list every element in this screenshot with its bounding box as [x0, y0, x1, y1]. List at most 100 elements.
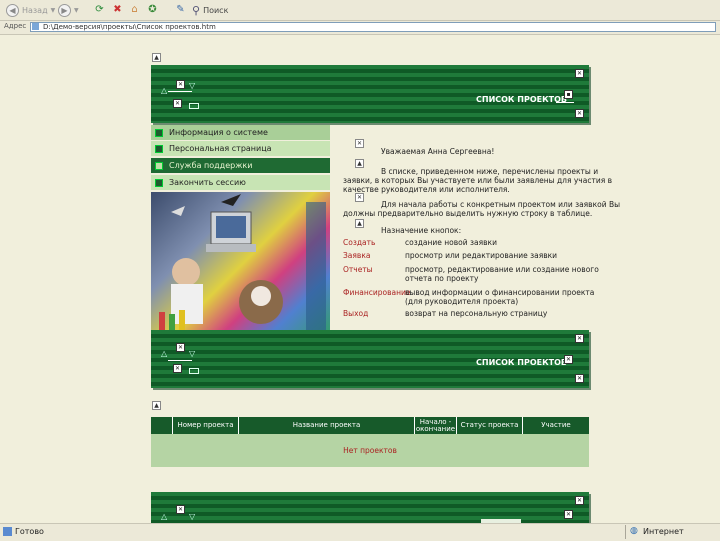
triangle-down-icon: ▽ [189, 512, 196, 521]
menu-item-support[interactable]: Служба поддержки [151, 158, 330, 173]
separator-line [625, 525, 626, 539]
envelope-icon [189, 368, 199, 374]
browser-toolbar: ◀ Назад ▼ ▶ ▼ ⟳ ✖ ⌂ ✪ ✎ ⚲ Поиск [0, 0, 720, 21]
envelope-icon [189, 103, 199, 109]
page-icon [3, 527, 12, 536]
image-placeholder-icon: ✕ [575, 69, 584, 78]
image-placeholder-icon: ✕ [575, 334, 584, 343]
table-header[interactable]: Участие [523, 417, 589, 434]
forward-arrow-icon: ▶ [58, 3, 71, 17]
command-desc: вывод информации о финансировании проект… [405, 288, 595, 297]
menu-item-label: Служба поддержки [169, 161, 253, 170]
edit-icon[interactable]: ✎ [174, 3, 187, 16]
science-collage-image [151, 192, 330, 340]
search-button[interactable]: ⚲ Поиск [192, 1, 228, 19]
command-desc: (для руководителя проекта) [405, 297, 519, 306]
anchor-marker-icon: ▲ [152, 53, 161, 62]
page-icon [32, 23, 39, 30]
header-banner-bottom: ✕ △ ▽ ✕ ✕ [151, 492, 589, 523]
anchor-marker-icon: ✕ [355, 193, 364, 202]
intro-text-line: заявки, в которых Вы участвуете или были… [343, 176, 613, 185]
image-placeholder-icon: ✕ [176, 505, 185, 514]
image-placeholder-icon: ✕ [176, 80, 185, 89]
menu-item-logout[interactable]: Закончить сессию [151, 175, 330, 190]
table-header-blank [151, 417, 173, 434]
address-label: Адрес [4, 22, 27, 30]
table-header[interactable]: Статус проекта [457, 417, 523, 434]
header-banner-middle: ✕ △ ▽ ✕ СПИСОК ПРОЕКТОВ ✕ ✕ ✕ [151, 330, 589, 388]
anchor-marker-icon: ✕ [355, 139, 364, 148]
status-text: Готово [15, 527, 44, 536]
triangle-down-icon: ▽ [189, 349, 196, 358]
table-empty-row: Нет проектов [151, 434, 589, 467]
intro-text-line: качестве руководителя или исполнителя. [343, 185, 510, 194]
command-name: Заявка [343, 251, 371, 260]
refresh-icon[interactable]: ⟳ [93, 3, 106, 16]
table-header[interactable]: Номер проекта [173, 417, 239, 434]
triangle-up-icon: △ [161, 86, 168, 95]
header-banner-top: ✕ △ ▽ ✕ СПИСОК ПРОЕКТОВ ✕ ▪ ✕ [151, 65, 589, 123]
triangle-down-icon: ▽ [189, 81, 196, 90]
stop-icon[interactable]: ✖ [111, 3, 124, 16]
search-icon: ⚲ [192, 3, 201, 17]
greeting-text: Уважаемая Анна Сергеевна! [381, 147, 495, 156]
image-placeholder-icon: ▪ [564, 90, 573, 99]
back-button[interactable]: ◀ Назад ▼ [6, 1, 55, 19]
separator-line [168, 360, 192, 361]
page-content: ▲ ✕ △ ▽ ✕ СПИСОК ПРОЕКТОВ ✕ ▪ ✕ Информац… [0, 35, 720, 523]
command-desc: просмотр или редактирование заявки [405, 251, 558, 260]
command-name: Выход [343, 309, 369, 318]
address-bar: Адрес D:\Демо-версия\проекты\Список прое… [0, 21, 720, 35]
forward-button[interactable]: ▶ ▼ [58, 1, 79, 19]
menu-item-info[interactable]: Информация о системе [151, 125, 330, 140]
banner-title: СПИСОК ПРОЕКТОВ [476, 358, 567, 367]
zone-text: Интернет [643, 527, 684, 536]
image-placeholder-icon: ✕ [575, 496, 584, 505]
anchor-marker-icon: ▲ [152, 401, 161, 410]
command-desc: возврат на персональную страницу [405, 309, 548, 318]
menu-bullet-icon [155, 128, 163, 137]
image-placeholder-icon: ✕ [575, 374, 584, 383]
triangle-up-icon: △ [161, 349, 168, 358]
globe-icon: ◍ [630, 526, 638, 536]
back-label: Назад [22, 5, 48, 15]
command-name: Финансирование [343, 288, 411, 297]
command-name: Создать [343, 238, 376, 247]
separator-line [556, 102, 574, 103]
triangle-up-icon: △ [161, 512, 168, 521]
image-placeholder-icon: ✕ [564, 510, 573, 519]
separator-line [168, 91, 192, 92]
favorites-icon[interactable]: ✪ [146, 3, 159, 16]
status-bar: Готово ◍ Интернет [0, 523, 720, 541]
table-header[interactable]: Начало - окончание [415, 417, 457, 434]
menu-item-label: Информация о системе [169, 128, 268, 137]
back-arrow-icon: ◀ [6, 3, 19, 17]
intro-text-line: должны предварительно выделить нужную ст… [343, 209, 593, 218]
command-desc: просмотр, редактирование или создание но… [405, 265, 599, 274]
empty-text: Нет проектов [343, 446, 397, 455]
intro-text-line: Для начала работы с конкретным проектом … [381, 200, 621, 209]
menu-item-label: Закончить сессию [169, 178, 246, 187]
menu-bullet-icon [155, 161, 163, 170]
image-placeholder-icon: ✕ [173, 364, 182, 373]
menu-bullet-icon [155, 178, 163, 187]
intro-text-line: В списке, приведенном ниже, перечислены … [381, 167, 599, 176]
collage-graphic [159, 194, 326, 334]
anchor-marker-icon: ▲ [355, 159, 364, 168]
command-desc: создание новой заявки [405, 238, 497, 247]
image-placeholder-icon: ✕ [176, 343, 185, 352]
menu-item-personal[interactable]: Персональная страница [151, 141, 330, 156]
command-desc: отчета по проекту [405, 274, 479, 283]
image-placeholder-icon: ✕ [173, 99, 182, 108]
command-name: Отчеты [343, 265, 373, 274]
dropdown-arrow-icon: ▼ [74, 6, 79, 14]
search-label: Поиск [203, 5, 229, 15]
home-icon[interactable]: ⌂ [128, 3, 141, 16]
image-placeholder-icon: ✕ [564, 355, 573, 364]
address-input[interactable]: D:\Демо-версия\проекты\Список проектов.h… [30, 22, 716, 32]
anchor-marker-icon: ▲ [355, 219, 364, 228]
image-placeholder-icon: ✕ [575, 109, 584, 118]
table-header[interactable]: Название проекта [239, 417, 415, 434]
menu-bullet-icon [155, 144, 163, 153]
buttons-heading: Назначение кнопок: [381, 226, 462, 235]
